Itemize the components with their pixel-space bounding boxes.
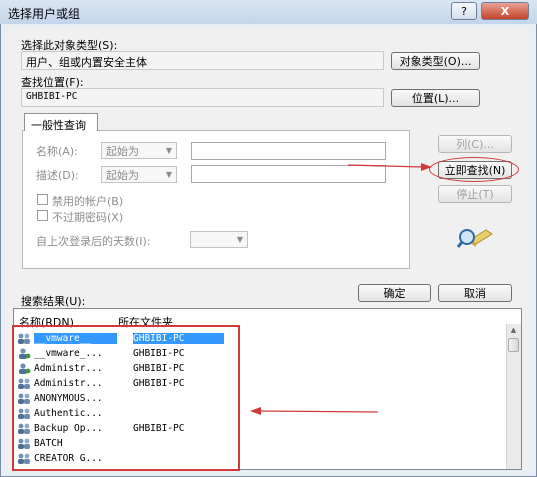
non-expiring-password-checkbox[interactable]	[37, 210, 48, 221]
name-label: 名称(A):	[36, 145, 78, 158]
chevron-down-icon: ▼	[236, 235, 243, 244]
annotation-arrow-left-icon	[250, 407, 379, 415]
description-label: 描述(D):	[36, 169, 79, 182]
stop-button[interactable]: 停止(T)	[438, 185, 512, 203]
search-results-label: 搜索结果(U):	[21, 295, 86, 308]
non-expiring-password-label: 不过期密码(X)	[52, 211, 124, 224]
location-field: GHBIBI-PC	[21, 88, 384, 107]
scroll-thumb[interactable]	[508, 338, 519, 352]
description-mode-select[interactable]: 起始为 ▼	[101, 166, 177, 183]
chevron-down-icon: ▼	[165, 146, 172, 155]
disabled-accounts-label: 禁用的帐户(B)	[52, 195, 124, 208]
object-type-field: 用户、组或内置安全主体	[21, 51, 384, 70]
highlight-ellipse	[429, 157, 519, 182]
description-mode-value: 起始为	[106, 168, 139, 182]
title-bar[interactable]: 选择用户或组 ? X	[0, 0, 537, 24]
locations-button[interactable]: 位置(L)...	[391, 89, 480, 107]
ok-button[interactable]: 确定	[358, 284, 431, 302]
name-input[interactable]	[191, 142, 386, 160]
name-mode-value: 起始为	[106, 144, 139, 158]
days-since-logon-label: 自上次登录后的天数(I):	[36, 235, 151, 248]
object-types-button[interactable]: 对象类型(O)...	[391, 52, 480, 70]
cancel-button[interactable]: 取消	[438, 284, 512, 302]
close-button[interactable]: X	[481, 2, 529, 20]
search-magnifier-icon	[456, 229, 493, 248]
chevron-down-icon: ▼	[165, 170, 172, 179]
scroll-up-icon[interactable]: ▲	[507, 324, 520, 336]
dialog-title: 选择用户或组	[8, 7, 81, 21]
disabled-accounts-checkbox[interactable]	[37, 194, 48, 205]
help-button[interactable]: ?	[451, 2, 477, 20]
annotation-arrow-right-icon	[348, 163, 432, 171]
columns-button[interactable]: 列(C)...	[438, 135, 512, 153]
results-highlight-box	[12, 325, 240, 471]
name-mode-select[interactable]: 起始为 ▼	[101, 142, 177, 159]
days-since-logon-select[interactable]: ▼	[190, 231, 248, 248]
tab-general-query[interactable]: 一般性查询	[24, 113, 98, 132]
